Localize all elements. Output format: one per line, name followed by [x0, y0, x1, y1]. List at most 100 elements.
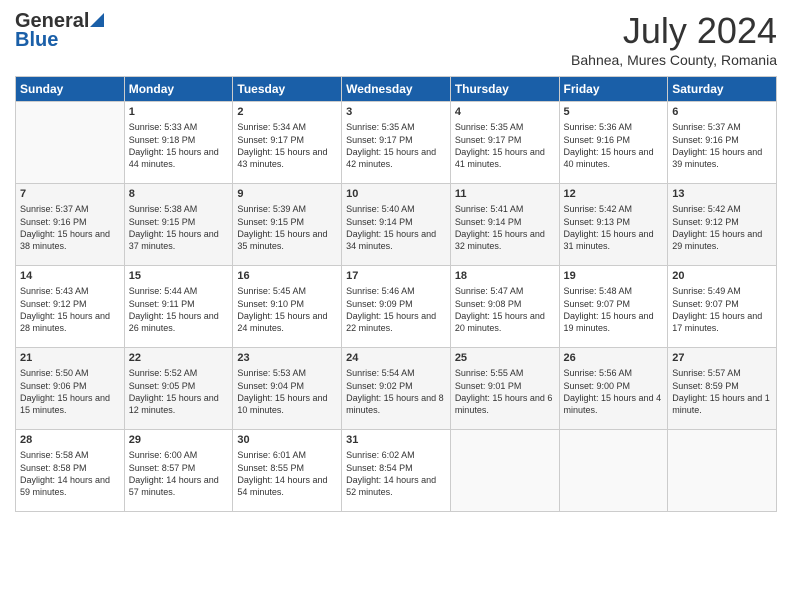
- day-cell: 5Sunrise: 5:36 AMSunset: 9:16 PMDaylight…: [559, 102, 668, 184]
- day-cell: 14Sunrise: 5:43 AMSunset: 9:12 PMDayligh…: [16, 266, 125, 348]
- day-cell: 31Sunrise: 6:02 AMSunset: 8:54 PMDayligh…: [342, 430, 451, 512]
- day-content: Sunrise: 5:45 AMSunset: 9:10 PMDaylight:…: [237, 285, 337, 334]
- week-row-5: 28Sunrise: 5:58 AMSunset: 8:58 PMDayligh…: [16, 430, 777, 512]
- day-number: 30: [237, 433, 337, 448]
- day-cell: 3Sunrise: 5:35 AMSunset: 9:17 PMDaylight…: [342, 102, 451, 184]
- day-content: Sunrise: 5:36 AMSunset: 9:16 PMDaylight:…: [564, 121, 664, 170]
- day-content: Sunrise: 5:55 AMSunset: 9:01 PMDaylight:…: [455, 367, 555, 416]
- day-content: Sunrise: 5:35 AMSunset: 9:17 PMDaylight:…: [346, 121, 446, 170]
- col-header-thursday: Thursday: [450, 77, 559, 102]
- col-header-friday: Friday: [559, 77, 668, 102]
- day-content: Sunrise: 5:49 AMSunset: 9:07 PMDaylight:…: [672, 285, 772, 334]
- day-number: 9: [237, 187, 337, 202]
- logo: General Blue: [15, 10, 105, 52]
- col-header-sunday: Sunday: [16, 77, 125, 102]
- day-number: 5: [564, 105, 664, 120]
- day-number: 7: [20, 187, 120, 202]
- day-content: Sunrise: 5:40 AMSunset: 9:14 PMDaylight:…: [346, 203, 446, 252]
- day-content: Sunrise: 6:01 AMSunset: 8:55 PMDaylight:…: [237, 449, 337, 498]
- calendar-table: SundayMondayTuesdayWednesdayThursdayFrid…: [15, 76, 777, 512]
- day-number: 17: [346, 269, 446, 284]
- day-cell: 12Sunrise: 5:42 AMSunset: 9:13 PMDayligh…: [559, 184, 668, 266]
- day-content: Sunrise: 5:42 AMSunset: 9:13 PMDaylight:…: [564, 203, 664, 252]
- day-content: Sunrise: 5:34 AMSunset: 9:17 PMDaylight:…: [237, 121, 337, 170]
- col-header-monday: Monday: [124, 77, 233, 102]
- day-number: 11: [455, 187, 555, 202]
- day-cell: 17Sunrise: 5:46 AMSunset: 9:09 PMDayligh…: [342, 266, 451, 348]
- week-row-1: 1Sunrise: 5:33 AMSunset: 9:18 PMDaylight…: [16, 102, 777, 184]
- day-cell: 26Sunrise: 5:56 AMSunset: 9:00 PMDayligh…: [559, 348, 668, 430]
- day-content: Sunrise: 5:37 AMSunset: 9:16 PMDaylight:…: [20, 203, 120, 252]
- day-number: 23: [237, 351, 337, 366]
- day-cell: 20Sunrise: 5:49 AMSunset: 9:07 PMDayligh…: [668, 266, 777, 348]
- logo-blue-text: Blue: [15, 29, 58, 52]
- day-content: Sunrise: 6:02 AMSunset: 8:54 PMDaylight:…: [346, 449, 446, 498]
- day-cell: 15Sunrise: 5:44 AMSunset: 9:11 PMDayligh…: [124, 266, 233, 348]
- day-content: Sunrise: 5:54 AMSunset: 9:02 PMDaylight:…: [346, 367, 446, 416]
- day-cell: 28Sunrise: 5:58 AMSunset: 8:58 PMDayligh…: [16, 430, 125, 512]
- day-number: 25: [455, 351, 555, 366]
- day-cell: 1Sunrise: 5:33 AMSunset: 9:18 PMDaylight…: [124, 102, 233, 184]
- day-content: Sunrise: 5:57 AMSunset: 8:59 PMDaylight:…: [672, 367, 772, 416]
- day-content: Sunrise: 5:33 AMSunset: 9:18 PMDaylight:…: [129, 121, 229, 170]
- day-number: 4: [455, 105, 555, 120]
- col-header-wednesday: Wednesday: [342, 77, 451, 102]
- day-cell: 27Sunrise: 5:57 AMSunset: 8:59 PMDayligh…: [668, 348, 777, 430]
- day-number: 1: [129, 105, 229, 120]
- day-content: Sunrise: 5:41 AMSunset: 9:14 PMDaylight:…: [455, 203, 555, 252]
- day-cell: 24Sunrise: 5:54 AMSunset: 9:02 PMDayligh…: [342, 348, 451, 430]
- day-number: 31: [346, 433, 446, 448]
- day-cell: 19Sunrise: 5:48 AMSunset: 9:07 PMDayligh…: [559, 266, 668, 348]
- day-content: Sunrise: 5:47 AMSunset: 9:08 PMDaylight:…: [455, 285, 555, 334]
- day-number: 24: [346, 351, 446, 366]
- calendar-page: General Blue July 2024 Bahnea, Mures Cou…: [0, 0, 792, 612]
- day-cell: 4Sunrise: 5:35 AMSunset: 9:17 PMDaylight…: [450, 102, 559, 184]
- day-content: Sunrise: 5:44 AMSunset: 9:11 PMDaylight:…: [129, 285, 229, 334]
- header-row: SundayMondayTuesdayWednesdayThursdayFrid…: [16, 77, 777, 102]
- day-cell: 6Sunrise: 5:37 AMSunset: 9:16 PMDaylight…: [668, 102, 777, 184]
- day-number: 13: [672, 187, 772, 202]
- day-content: Sunrise: 5:50 AMSunset: 9:06 PMDaylight:…: [20, 367, 120, 416]
- day-number: 21: [20, 351, 120, 366]
- day-content: Sunrise: 5:35 AMSunset: 9:17 PMDaylight:…: [455, 121, 555, 170]
- day-cell: [450, 430, 559, 512]
- day-cell: 25Sunrise: 5:55 AMSunset: 9:01 PMDayligh…: [450, 348, 559, 430]
- day-cell: [559, 430, 668, 512]
- location-title: Bahnea, Mures County, Romania: [571, 52, 777, 68]
- week-row-3: 14Sunrise: 5:43 AMSunset: 9:12 PMDayligh…: [16, 266, 777, 348]
- day-number: 15: [129, 269, 229, 284]
- day-cell: 22Sunrise: 5:52 AMSunset: 9:05 PMDayligh…: [124, 348, 233, 430]
- day-cell: 29Sunrise: 6:00 AMSunset: 8:57 PMDayligh…: [124, 430, 233, 512]
- col-header-saturday: Saturday: [668, 77, 777, 102]
- day-number: 27: [672, 351, 772, 366]
- day-content: Sunrise: 6:00 AMSunset: 8:57 PMDaylight:…: [129, 449, 229, 498]
- day-cell: 13Sunrise: 5:42 AMSunset: 9:12 PMDayligh…: [668, 184, 777, 266]
- day-number: 29: [129, 433, 229, 448]
- day-number: 16: [237, 269, 337, 284]
- day-number: 14: [20, 269, 120, 284]
- day-content: Sunrise: 5:43 AMSunset: 9:12 PMDaylight:…: [20, 285, 120, 334]
- day-number: 10: [346, 187, 446, 202]
- col-header-tuesday: Tuesday: [233, 77, 342, 102]
- day-cell: 30Sunrise: 6:01 AMSunset: 8:55 PMDayligh…: [233, 430, 342, 512]
- logo-triangle-icon: [90, 10, 104, 33]
- day-content: Sunrise: 5:38 AMSunset: 9:15 PMDaylight:…: [129, 203, 229, 252]
- day-content: Sunrise: 5:58 AMSunset: 8:58 PMDaylight:…: [20, 449, 120, 498]
- day-number: 19: [564, 269, 664, 284]
- day-cell: 23Sunrise: 5:53 AMSunset: 9:04 PMDayligh…: [233, 348, 342, 430]
- page-header: General Blue July 2024 Bahnea, Mures Cou…: [15, 10, 777, 68]
- day-cell: 21Sunrise: 5:50 AMSunset: 9:06 PMDayligh…: [16, 348, 125, 430]
- day-cell: 11Sunrise: 5:41 AMSunset: 9:14 PMDayligh…: [450, 184, 559, 266]
- day-number: 28: [20, 433, 120, 448]
- day-cell: 18Sunrise: 5:47 AMSunset: 9:08 PMDayligh…: [450, 266, 559, 348]
- day-cell: [668, 430, 777, 512]
- day-cell: [16, 102, 125, 184]
- day-cell: 8Sunrise: 5:38 AMSunset: 9:15 PMDaylight…: [124, 184, 233, 266]
- day-number: 26: [564, 351, 664, 366]
- month-title: July 2024: [571, 10, 777, 52]
- day-content: Sunrise: 5:39 AMSunset: 9:15 PMDaylight:…: [237, 203, 337, 252]
- day-number: 8: [129, 187, 229, 202]
- day-content: Sunrise: 5:48 AMSunset: 9:07 PMDaylight:…: [564, 285, 664, 334]
- day-number: 3: [346, 105, 446, 120]
- day-number: 12: [564, 187, 664, 202]
